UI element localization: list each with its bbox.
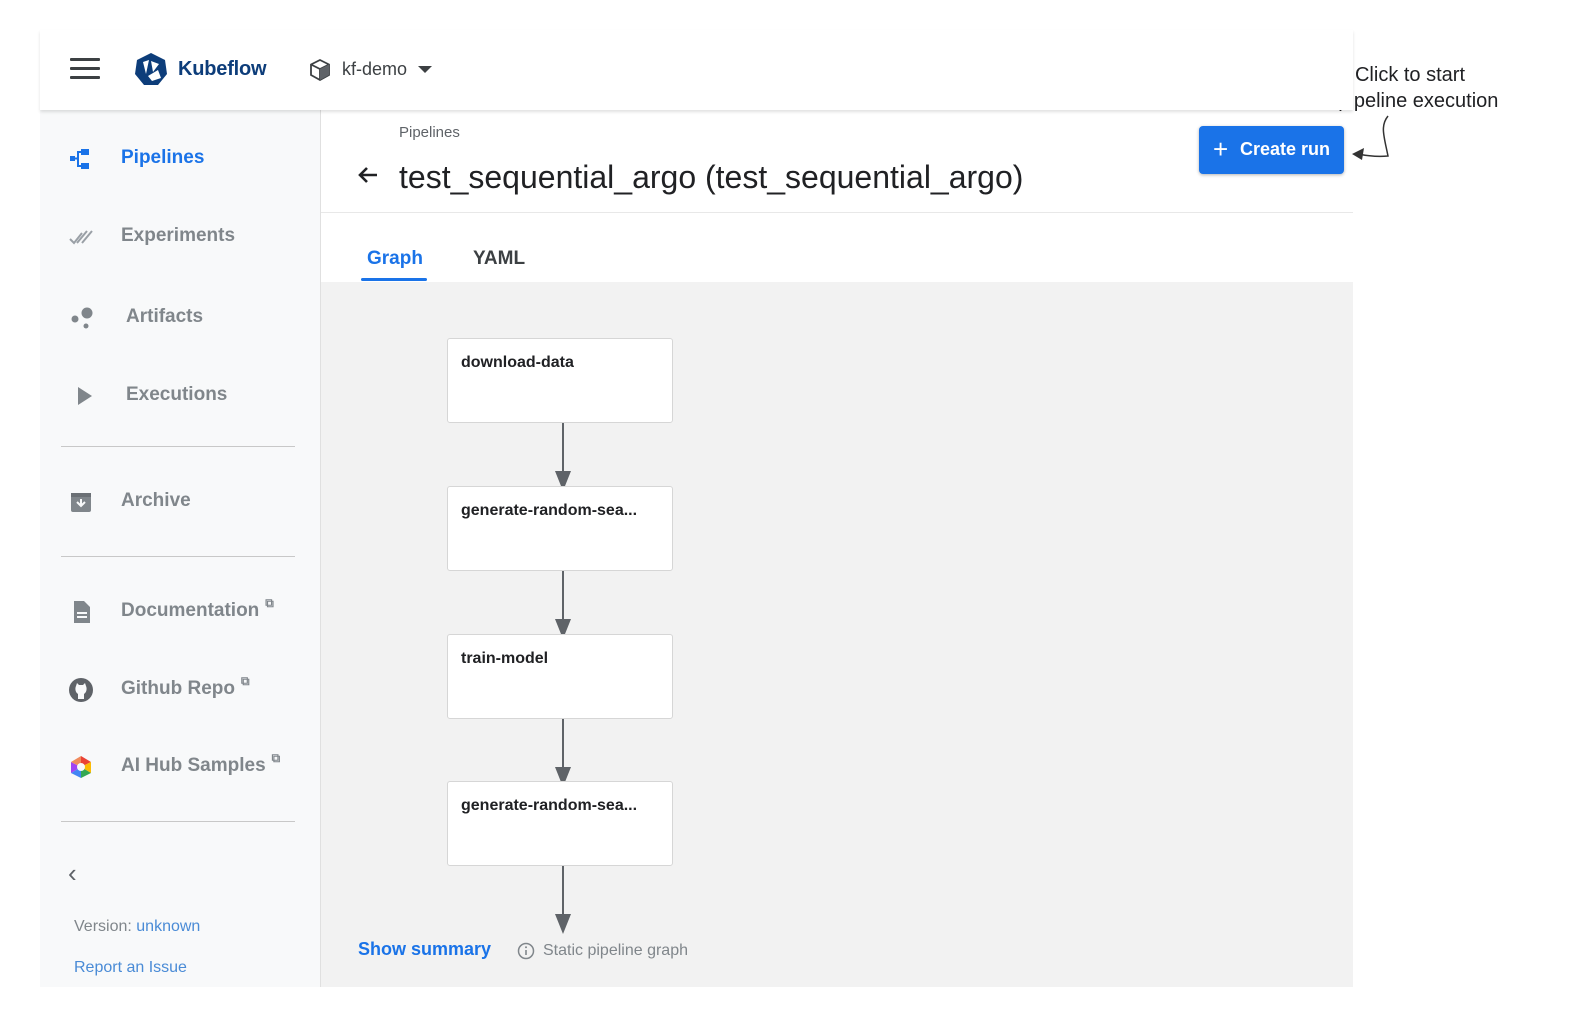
namespace-cube-icon bbox=[310, 58, 330, 82]
github-icon bbox=[69, 678, 93, 702]
page-title: test_sequential_argo (test_sequential_ar… bbox=[399, 159, 1024, 195]
report-issue-link[interactable]: Report an Issue bbox=[74, 959, 187, 977]
show-summary-button[interactable]: Show summary bbox=[358, 939, 491, 960]
sidebar-item-artifacts[interactable]: Artifacts bbox=[40, 293, 320, 343]
app-title[interactable]: Kubeflow bbox=[178, 58, 267, 81]
sidebar-item-label: Documentation ⧉ bbox=[121, 596, 274, 621]
document-icon bbox=[74, 601, 90, 623]
experiments-icon bbox=[69, 230, 93, 245]
sidebar-item-label: AI Hub Samples ⧉ bbox=[121, 751, 281, 776]
sidebar-divider bbox=[61, 821, 295, 822]
header-divider bbox=[321, 212, 1353, 213]
sidebar-item-documentation[interactable]: Documentation ⧉ bbox=[40, 587, 320, 637]
sidebar: Pipelines Experiments Artifacts Executio… bbox=[40, 110, 321, 987]
graph-node-generate-random-seed-2[interactable]: generate-random-sea... bbox=[447, 781, 673, 866]
sidebar-item-archive[interactable]: Archive bbox=[40, 477, 320, 527]
sidebar-item-github-repo[interactable]: Github Repo ⧉ bbox=[40, 665, 320, 715]
sidebar-item-experiments[interactable]: Experiments bbox=[40, 212, 320, 262]
back-arrow-icon[interactable] bbox=[353, 160, 383, 190]
breadcrumb[interactable]: Pipelines bbox=[399, 124, 460, 141]
info-icon[interactable] bbox=[517, 942, 535, 960]
graph-node-train-model[interactable]: train-model bbox=[447, 634, 673, 719]
active-tab-indicator bbox=[361, 278, 427, 281]
sidebar-item-label: Github Repo ⧉ bbox=[121, 674, 250, 699]
chevron-down-icon[interactable] bbox=[418, 66, 432, 73]
external-link-icon: ⧉ bbox=[271, 751, 281, 765]
collapse-sidebar-chevron-icon[interactable]: ‹ bbox=[68, 858, 77, 889]
version-info: Version: unknown bbox=[74, 918, 201, 935]
graph-node-download-data[interactable]: download-data bbox=[447, 338, 673, 423]
artifacts-icon bbox=[71, 307, 93, 329]
external-link-icon: ⧉ bbox=[240, 674, 250, 688]
tab-graph[interactable]: Graph bbox=[367, 248, 423, 270]
sidebar-item-label: Pipelines bbox=[121, 147, 205, 168]
create-run-button[interactable]: + Create run bbox=[1199, 126, 1344, 174]
pipelines-icon bbox=[70, 149, 89, 169]
version-link[interactable]: unknown bbox=[136, 918, 200, 935]
sidebar-item-executions[interactable]: Executions bbox=[40, 371, 320, 421]
sidebar-divider bbox=[61, 556, 295, 557]
sidebar-item-label: Archive bbox=[121, 490, 191, 511]
kubeflow-logo-icon bbox=[135, 53, 167, 85]
callout-arrow-icon bbox=[1352, 115, 1389, 160]
namespace-selector[interactable]: kf-demo bbox=[342, 59, 407, 80]
sidebar-item-label: Experiments bbox=[121, 225, 236, 246]
sidebar-divider bbox=[61, 446, 295, 447]
pipeline-graph: download-data generate-random-sea... tra… bbox=[321, 282, 1353, 987]
ai-hub-icon bbox=[71, 756, 91, 778]
static-graph-note: Static pipeline graph bbox=[543, 942, 688, 959]
external-link-icon: ⧉ bbox=[265, 596, 274, 610]
executions-icon bbox=[78, 387, 92, 405]
sidebar-item-ai-hub-samples[interactable]: AI Hub Samples ⧉ bbox=[40, 742, 320, 792]
graph-node-generate-random-seed[interactable]: generate-random-sea... bbox=[447, 486, 673, 571]
plus-icon: + bbox=[1213, 134, 1229, 164]
sidebar-item-label: Artifacts bbox=[126, 306, 204, 327]
main-content: Pipelines test_sequential_argo (test_seq… bbox=[321, 110, 1353, 987]
top-bar: Kubeflow kf-demo bbox=[40, 30, 1353, 110]
menu-icon[interactable] bbox=[70, 58, 100, 80]
sidebar-item-pipelines[interactable]: Pipelines bbox=[40, 134, 320, 184]
sidebar-item-label: Executions bbox=[126, 384, 228, 405]
tab-yaml[interactable]: YAML bbox=[473, 248, 525, 270]
archive-icon bbox=[71, 493, 91, 512]
